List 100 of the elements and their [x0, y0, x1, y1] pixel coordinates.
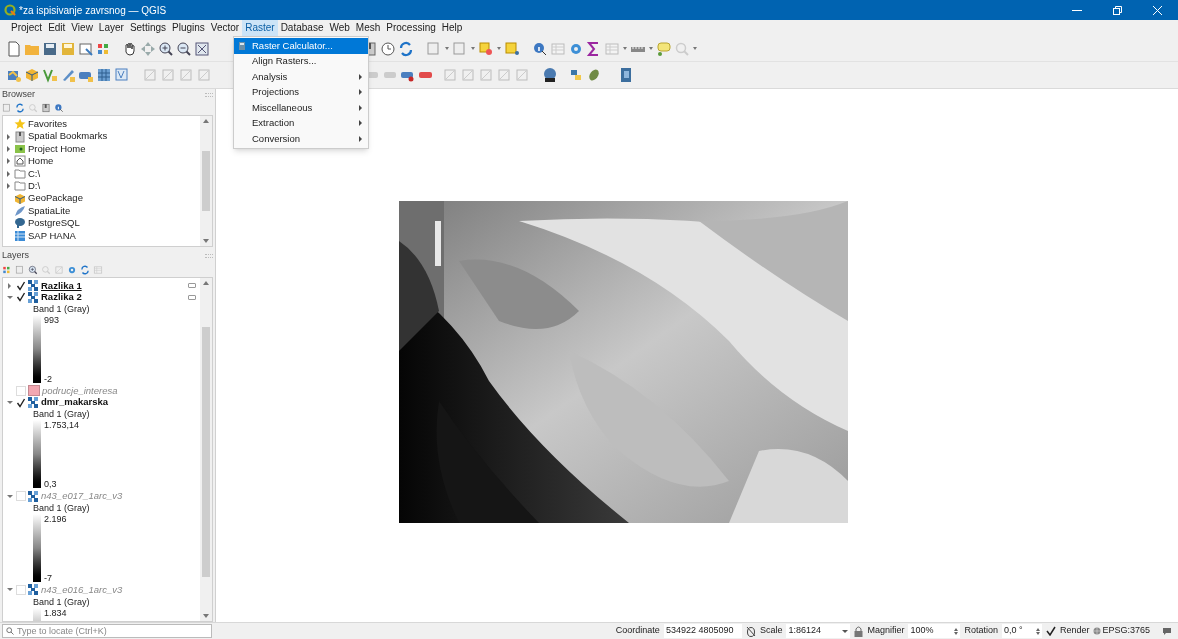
menu-item[interactable]: Processing	[383, 20, 439, 36]
layer-checkbox[interactable]	[16, 292, 26, 303]
magnifier-spinbox[interactable]: 100%	[908, 624, 961, 638]
tree-item[interactable]: SAP HANA	[28, 228, 76, 243]
expand-arrow-icon[interactable]	[7, 145, 10, 152]
minimize-icon[interactable]	[1072, 9, 1082, 11]
tree-item[interactable]: GeoPackage	[28, 191, 83, 206]
scroll-down-icon[interactable]	[203, 614, 209, 618]
caret-icon[interactable]	[693, 47, 697, 50]
tree-item[interactable]: Home	[28, 154, 54, 169]
save-icon[interactable]	[42, 40, 58, 57]
scrollbar-thumb[interactable]	[202, 326, 210, 577]
menu-item[interactable]: Analysis	[234, 69, 368, 85]
scroll-up-icon[interactable]	[203, 281, 209, 285]
zoom-full-icon[interactable]	[194, 40, 210, 57]
vector-tile-icon[interactable]	[114, 67, 130, 83]
layer-checkbox[interactable]	[16, 397, 26, 408]
refresh-icon[interactable]	[398, 40, 414, 57]
rotation-spinbox[interactable]: 0,0 °	[1001, 624, 1042, 638]
vector-layer-icon[interactable]	[42, 67, 58, 83]
restore-icon[interactable]	[1113, 5, 1122, 15]
zoom-in-icon[interactable]	[28, 265, 38, 275]
refresh-icon[interactable]	[15, 103, 25, 113]
lock-icon[interactable]	[854, 625, 864, 637]
tree-item[interactable]: SpatiaLite	[28, 203, 71, 219]
caret-icon[interactable]	[649, 47, 653, 50]
menu-item[interactable]: Vector	[207, 20, 243, 36]
menu-item[interactable]: Conversion	[234, 131, 368, 147]
tree-item[interactable]: Project Home	[28, 141, 86, 157]
collapse-arrow-icon[interactable]	[6, 295, 13, 299]
caret-icon[interactable]	[623, 47, 627, 50]
map-tip-icon[interactable]	[656, 40, 672, 57]
hand-icon[interactable]	[122, 40, 138, 57]
menu-item[interactable]: Database	[277, 20, 327, 36]
expand-arrow-icon[interactable]	[8, 282, 11, 289]
layer-name[interactable]: Razlika 1	[41, 278, 82, 293]
raster-layer-icon[interactable]	[96, 67, 112, 83]
menu-item[interactable]: Mesh	[352, 20, 384, 36]
menu-item[interactable]: Web	[326, 20, 353, 36]
selection-icon[interactable]	[478, 40, 494, 57]
globe-icon[interactable]	[542, 67, 558, 83]
menu-item[interactable]: Project	[8, 20, 46, 36]
caret-icon[interactable]	[471, 47, 475, 50]
coordinate-field[interactable]: 534922 4805090	[663, 624, 742, 638]
layer-name[interactable]: n43_e016_1arc_v3	[41, 582, 123, 597]
bookmark-icon[interactable]	[41, 103, 51, 113]
collapse-arrow-icon[interactable]	[6, 588, 13, 592]
expand-arrow-icon[interactable]	[7, 158, 10, 165]
scroll-up-icon[interactable]	[203, 119, 209, 123]
caret-icon[interactable]	[497, 47, 501, 50]
panel-grip-icon[interactable]	[205, 254, 213, 258]
layer-checkbox[interactable]	[16, 280, 26, 291]
tree-item[interactable]: PostgreSQL	[28, 216, 80, 231]
menu-item[interactable]: Raster	[242, 20, 278, 36]
expand-arrow-icon[interactable]	[7, 183, 10, 190]
pen-icon[interactable]	[60, 67, 76, 83]
layer-name[interactable]: Razlika 2	[41, 290, 82, 305]
render-checkbox[interactable]	[1045, 626, 1056, 636]
zoom-in-icon[interactable]	[158, 40, 174, 57]
close-icon[interactable]	[1153, 5, 1162, 15]
tree-item[interactable]: Favorites	[28, 117, 68, 132]
menu-item[interactable]: Extraction	[234, 115, 368, 131]
tree-item[interactable]: D:\	[28, 179, 41, 194]
new-file-icon[interactable]	[6, 40, 22, 57]
cube-icon[interactable]	[24, 67, 40, 83]
scroll-down-icon[interactable]	[203, 239, 209, 243]
caret-icon[interactable]	[445, 47, 449, 50]
messages-icon[interactable]	[1162, 626, 1172, 636]
collapse-arrow-icon[interactable]	[6, 494, 13, 498]
spin-icon[interactable]	[954, 627, 959, 635]
scrollbar[interactable]	[200, 116, 212, 246]
zoom-out-icon[interactable]	[176, 40, 192, 57]
expand-arrow-icon[interactable]	[7, 133, 10, 140]
crs-button[interactable]: EPSG:3765	[1102, 624, 1150, 638]
menu-item[interactable]: Plugins	[169, 20, 208, 36]
menu-item[interactable]: Miscellaneous	[234, 100, 368, 116]
refresh-icon[interactable]	[80, 265, 90, 275]
menu-item[interactable]: Settings	[126, 20, 169, 36]
print-layout-icon[interactable]	[78, 40, 94, 57]
menu-item[interactable]: Help	[438, 20, 466, 36]
clock-icon[interactable]	[380, 40, 396, 57]
identify-icon[interactable]	[532, 40, 548, 57]
menu-item[interactable]: Align Rasters...	[234, 53, 368, 69]
style-manager-icon[interactable]	[2, 265, 12, 275]
menu-item[interactable]: Edit	[45, 20, 69, 36]
menu-item[interactable]: Projections	[234, 84, 368, 100]
help-book-icon[interactable]	[618, 67, 634, 83]
menu-item[interactable]: Layer	[95, 20, 127, 36]
spin-icon[interactable]	[1035, 627, 1040, 635]
layer-name[interactable]: n43_e017_1arc_v3	[41, 489, 123, 504]
scale-dropdown[interactable]: 1:86124	[786, 624, 851, 638]
scrollbar[interactable]	[200, 278, 212, 621]
menu-item[interactable]: View	[68, 20, 96, 36]
tree-item[interactable]: C:\	[28, 166, 41, 181]
scrollbar-thumb[interactable]	[202, 151, 210, 211]
plugin-icon[interactable]	[586, 67, 602, 83]
menu-item[interactable]: Raster Calculator...	[234, 38, 368, 54]
tree-item[interactable]: Spatial Bookmarks	[28, 129, 108, 144]
identify-icon[interactable]	[54, 103, 64, 113]
locator-field[interactable]: Type to locate (Ctrl+K)	[2, 624, 212, 638]
